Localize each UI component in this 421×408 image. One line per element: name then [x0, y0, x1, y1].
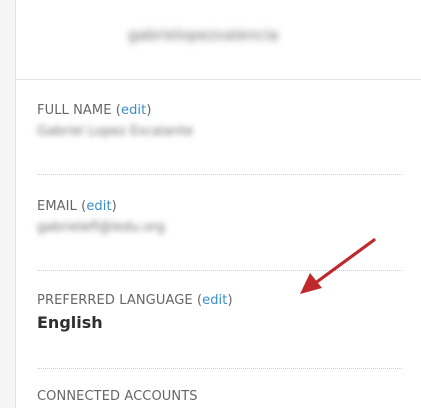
paren-close: ): [227, 293, 233, 308]
full-name-edit-link[interactable]: edit: [121, 103, 146, 118]
language-value: English: [37, 313, 103, 332]
red-arrow-icon: [300, 238, 376, 294]
profile-card: gabrielopezvalencia FULL NAME (edit) Gab…: [15, 0, 421, 408]
email-label: EMAIL: [37, 199, 82, 214]
divider: [37, 368, 402, 369]
language-label: PREFERRED LANGUAGE: [37, 293, 197, 308]
email-label-row: EMAIL (edit): [37, 199, 402, 214]
arrow-shaft: [312, 238, 376, 286]
paren-close: ): [146, 103, 152, 118]
full-name-label: FULL NAME: [37, 103, 116, 118]
full-name-label-row: FULL NAME (edit): [37, 103, 402, 118]
full-name-value: Gabriel Lopez Escalante: [37, 124, 194, 139]
full-name-field: FULL NAME (edit) Gabriel Lopez Escalante: [37, 103, 402, 139]
connected-accounts-label: CONNECTED ACCOUNTS: [37, 389, 198, 404]
profile-header: gabrielopezvalencia: [16, 0, 421, 80]
language-edit-link[interactable]: edit: [202, 293, 227, 308]
divider: [37, 174, 402, 175]
paren-close: ): [111, 199, 117, 214]
username-title: gabrielopezvalencia: [128, 26, 279, 44]
email-edit-link[interactable]: edit: [86, 199, 111, 214]
email-field: EMAIL (edit) gabrielefl@ledu.org: [37, 199, 402, 235]
connected-accounts-field: CONNECTED ACCOUNTS: [37, 389, 402, 404]
arrow-head: [300, 273, 322, 294]
